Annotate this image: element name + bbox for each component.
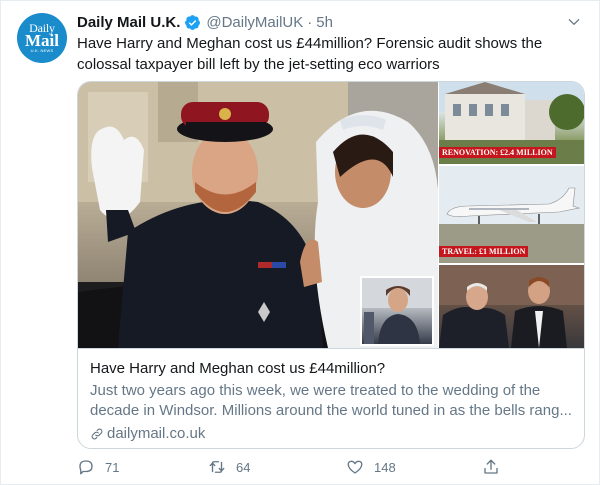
caret-down-icon[interactable] — [567, 15, 581, 29]
avatar-line-2: Mail — [25, 30, 59, 50]
card-domain-text: dailymail.co.uk — [107, 425, 206, 442]
card-domain[interactable]: dailymail.co.uk — [90, 424, 574, 444]
reply-button[interactable]: 71 — [77, 458, 119, 476]
like-icon — [347, 460, 363, 474]
tweet[interactable]: Daily Mail U.K. NEWS Daily Mail U.K. @Da… — [0, 0, 600, 485]
verified-icon — [185, 14, 201, 30]
link-card[interactable]: RENOVATION: £2.4 MILLION TRAVEL: £1 MILL… — [77, 81, 585, 449]
tweet-actions: 71 64 148 — [77, 458, 507, 478]
like-count: 148 — [374, 459, 396, 475]
share-icon — [484, 459, 498, 474]
inset-photo — [360, 276, 434, 346]
reply-count: 71 — [105, 459, 120, 475]
card-body[interactable]: Have Harry and Meghan cost us £44million… — [78, 348, 584, 448]
card-title: Have Harry and Meghan cost us £44million… — [90, 360, 386, 377]
avatar[interactable]: Daily Mail U.K. NEWS — [17, 13, 67, 63]
avatar-line-3: U.K. NEWS — [30, 47, 54, 53]
retweet-count: 64 — [236, 459, 251, 475]
house-photo: RENOVATION: £2.4 MILLION — [439, 82, 584, 164]
card-image[interactable]: RENOVATION: £2.4 MILLION TRAVEL: £1 MILL… — [78, 82, 584, 348]
event-photo — [439, 265, 584, 348]
retweet-icon — [209, 461, 225, 473]
card-description: Just two years ago this week, we were tr… — [90, 382, 572, 419]
jet-photo: TRAVEL: £1 MILLION — [439, 166, 584, 263]
travel-label: TRAVEL: £1 MILLION — [439, 246, 529, 257]
share-button[interactable] — [482, 458, 500, 476]
reply-icon — [79, 460, 93, 475]
timestamp[interactable]: 5h — [316, 14, 333, 31]
display-name[interactable]: Daily Mail U.K. — [77, 14, 180, 31]
like-button[interactable]: 148 — [346, 458, 396, 476]
tweet-text: Have Harry and Meghan cost us £44million… — [77, 35, 543, 73]
separator-dot: · — [307, 13, 313, 31]
tweet-header: Daily Mail U.K. @DailyMailUK · 5h — [77, 12, 333, 32]
retweet-button[interactable]: 64 — [208, 458, 250, 476]
handle[interactable]: @DailyMailUK — [206, 14, 303, 31]
renovation-label: RENOVATION: £2.4 MILLION — [439, 147, 556, 158]
side-photos: RENOVATION: £2.4 MILLION TRAVEL: £1 MILL… — [439, 82, 584, 348]
link-icon — [91, 428, 103, 440]
